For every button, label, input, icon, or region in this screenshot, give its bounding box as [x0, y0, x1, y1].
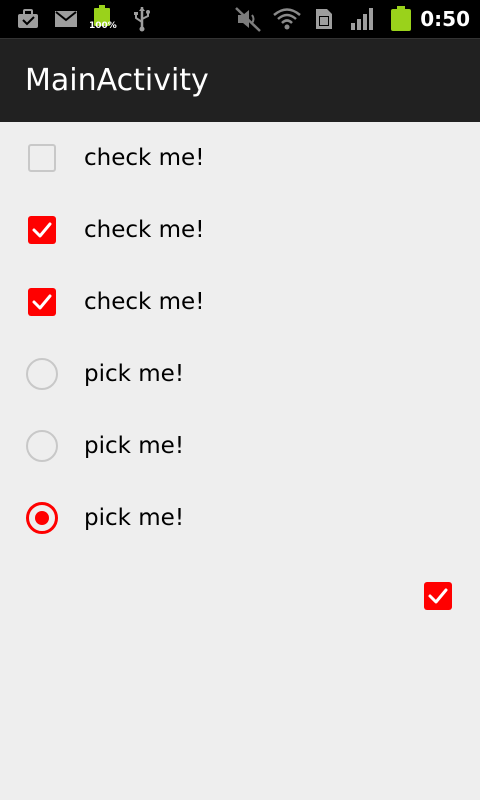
checkbox-row[interactable]: check me!: [0, 122, 480, 194]
battery-percent-label: 100%: [89, 21, 117, 31]
checkmark-icon: [32, 222, 52, 238]
wifi-icon: [271, 0, 303, 38]
checkbox-label: check me!: [84, 289, 205, 315]
battery-charging-icon: [94, 0, 110, 38]
activity-title: MainActivity: [25, 63, 209, 98]
checkmark-icon: [32, 294, 52, 310]
radio-label: pick me!: [84, 433, 185, 459]
standalone-checkbox[interactable]: [424, 582, 452, 610]
radio-row[interactable]: pick me!: [0, 410, 480, 482]
checkbox-checked[interactable]: [28, 216, 56, 244]
mute-icon: [234, 0, 262, 38]
radio-button-unselected[interactable]: [26, 358, 58, 390]
checkbox-row[interactable]: check me!: [0, 194, 480, 266]
radio-row[interactable]: pick me!: [0, 338, 480, 410]
checkbox-row[interactable]: check me!: [0, 266, 480, 338]
gmail-icon: [53, 0, 79, 38]
action-bar: MainActivity: [0, 38, 480, 122]
checkbox-checked[interactable]: [28, 288, 56, 316]
radio-button-unselected[interactable]: [26, 430, 58, 462]
status-clock: 0:50: [420, 7, 470, 31]
sim-card-icon: [314, 0, 334, 38]
status-bar: 100% 0:50: [0, 0, 480, 38]
radio-row[interactable]: pick me!: [0, 482, 480, 554]
radio-dot-icon: [35, 511, 49, 525]
usb-icon: [132, 0, 152, 38]
checkbox-label: check me!: [84, 145, 205, 171]
checkmark-icon: [428, 588, 448, 604]
briefcase-icon: [16, 0, 40, 38]
checkbox-unchecked[interactable]: [28, 144, 56, 172]
signal-icon: [350, 0, 376, 38]
checkbox-label: check me!: [84, 217, 205, 243]
radio-label: pick me!: [84, 505, 185, 531]
battery-icon: [390, 0, 412, 38]
radio-button-selected[interactable]: [26, 502, 58, 534]
radio-label: pick me!: [84, 361, 185, 387]
